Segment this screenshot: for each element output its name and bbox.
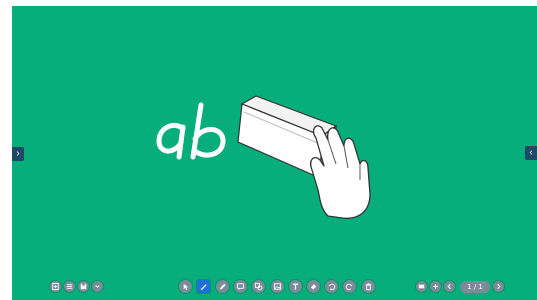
save-icon[interactable]	[78, 281, 89, 292]
select-cursor-icon[interactable]	[179, 280, 192, 293]
prev-page-icon[interactable]	[444, 281, 455, 292]
undo-icon[interactable]	[325, 280, 338, 293]
left-panel-arrow[interactable]: ›	[12, 147, 24, 161]
redo-icon[interactable]	[343, 280, 356, 293]
image-icon[interactable]	[271, 280, 284, 293]
comment-icon[interactable]	[234, 280, 247, 293]
next-page-icon[interactable]	[493, 281, 504, 292]
page-overview-icon[interactable]	[416, 281, 427, 292]
highlighter-icon[interactable]	[216, 280, 229, 293]
new-page-icon[interactable]	[50, 281, 61, 292]
page-indicator: 1 / 1	[460, 281, 490, 293]
text-icon[interactable]	[289, 280, 302, 293]
eraser-icon[interactable]	[307, 280, 320, 293]
pen-icon[interactable]	[197, 280, 210, 293]
whiteboard-canvas[interactable]: › ‹	[12, 6, 537, 300]
eraser-hand-illustration	[237, 95, 371, 219]
list-icon[interactable]	[64, 281, 75, 292]
shape-icon[interactable]	[252, 280, 265, 293]
right-panel-arrow[interactable]: ‹	[525, 146, 537, 160]
chevron-down-icon[interactable]	[92, 281, 103, 292]
trash-icon[interactable]	[362, 280, 375, 293]
add-page-icon[interactable]	[430, 281, 441, 292]
